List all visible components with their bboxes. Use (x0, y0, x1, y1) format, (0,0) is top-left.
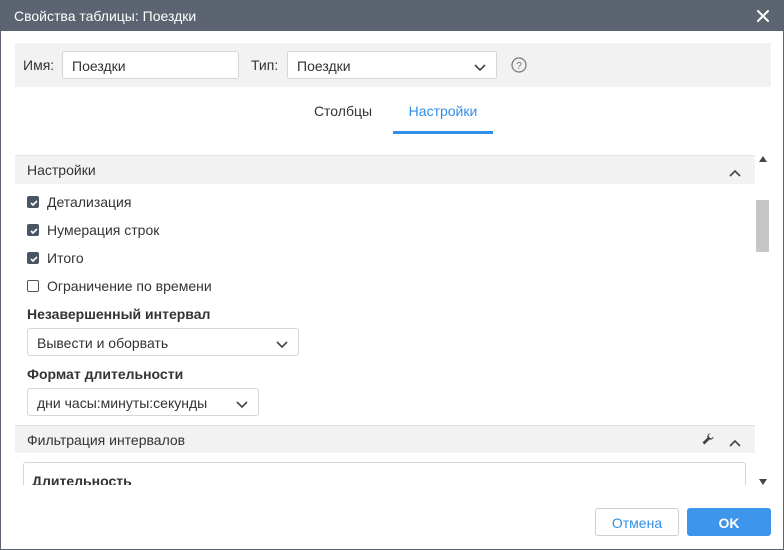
type-label: Тип: (251, 57, 279, 73)
incomplete-interval-select[interactable]: Вывести и оборвать (27, 328, 299, 356)
ok-button[interactable]: OK (687, 508, 771, 536)
duration-format-label: Формат длительности (27, 366, 184, 382)
chevron-down-icon (474, 60, 486, 72)
vertical-scrollbar[interactable] (755, 145, 771, 485)
checkbox-label: Итого (47, 250, 84, 266)
close-icon[interactable] (753, 6, 773, 26)
settings-section-header[interactable]: Настройки (15, 156, 755, 184)
checkbox-checked-icon (27, 196, 39, 208)
name-input[interactable]: Поездки (62, 51, 239, 79)
duration-filter-panel: Длительность (23, 462, 746, 485)
chevron-up-icon[interactable] (729, 435, 741, 447)
checkbox-label: Ограничение по времени (47, 278, 212, 294)
duration-label: Длительность (32, 473, 132, 485)
wrench-icon[interactable] (701, 432, 715, 446)
checkbox-checked-icon (27, 224, 39, 236)
filter-section-header[interactable]: Фильтрация интервалов (15, 425, 755, 453)
checkbox-label: Детализация (47, 194, 132, 210)
type-select-value: Поездки (297, 58, 351, 74)
type-select[interactable]: Поездки (287, 51, 497, 79)
duration-format-select[interactable]: дни часы:минуты:секунды (27, 388, 259, 416)
chevron-down-icon (236, 397, 248, 409)
dialog-title: Свойства таблицы: Поездки (14, 8, 197, 24)
svg-text:?: ? (516, 61, 522, 72)
chevron-up-icon[interactable] (729, 165, 741, 177)
table-properties-dialog: Свойства таблицы: Поездки Имя: Поездки Т… (0, 0, 784, 550)
scroll-up-arrow-icon[interactable] (759, 149, 767, 162)
tab-settings[interactable]: Настройки (393, 96, 493, 136)
scroll-down-arrow-icon[interactable] (759, 472, 767, 485)
dialog-titlebar: Свойства таблицы: Поездки (1, 1, 783, 31)
checkbox-checked-icon (27, 252, 39, 264)
duration-format-value: дни часы:минуты:секунды (37, 395, 208, 411)
settings-section-title: Настройки (27, 162, 96, 178)
help-circle-icon[interactable]: ? (511, 57, 527, 73)
checkbox-unchecked-icon (27, 280, 39, 292)
incomplete-interval-value: Вывести и оборвать (37, 335, 169, 351)
scrollbar-thumb[interactable] (756, 200, 769, 252)
name-label: Имя: (23, 57, 55, 73)
checkbox-label: Нумерация строк (47, 222, 160, 238)
active-tab-indicator (393, 131, 493, 134)
tab-bar: Столбцы Настройки (1, 96, 783, 136)
settings-scroll-area: Настройки Детализация Нумерация строк Ит… (15, 155, 755, 485)
filter-section-title: Фильтрация интервалов (27, 432, 186, 448)
chevron-down-icon (276, 337, 288, 349)
cancel-button[interactable]: Отмена (595, 508, 679, 536)
incomplete-interval-label: Незавершенный интервал (27, 306, 211, 322)
tab-columns[interactable]: Столбцы (303, 96, 383, 136)
